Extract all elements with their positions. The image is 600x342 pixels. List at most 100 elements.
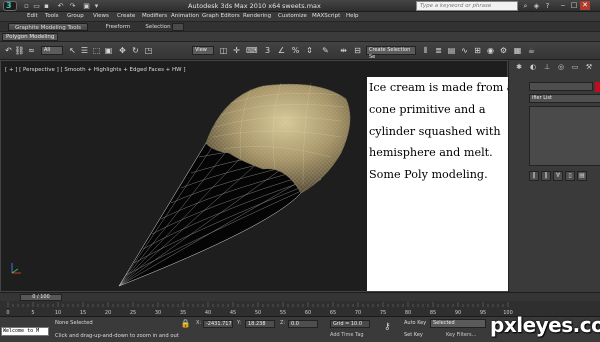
undo-icon[interactable]: ↶ xyxy=(56,2,65,10)
angle-snap-icon[interactable]: ∠ xyxy=(276,45,287,56)
save-file-icon[interactable]: ▪ xyxy=(42,2,51,10)
axis-tripod-icon xyxy=(11,263,21,274)
redo-icon[interactable]: ↷ xyxy=(68,2,77,10)
motion-tab-icon[interactable]: ◎ xyxy=(555,62,567,72)
select-by-name-icon[interactable]: ☰ xyxy=(79,45,90,56)
make-unique-icon[interactable]: ∀ xyxy=(553,171,563,181)
z-coord-field[interactable]: 0.0 xyxy=(288,320,318,328)
menu-create[interactable]: Create xyxy=(117,13,135,19)
display-tab-icon[interactable]: ▭ xyxy=(569,62,581,72)
curve-editor-icon[interactable]: ∿ xyxy=(459,45,470,56)
y-coord-label: Y: xyxy=(237,320,242,326)
menu-modifiers[interactable]: Modifiers xyxy=(142,13,167,19)
select-and-rotate-icon[interactable]: ↻ xyxy=(130,45,141,56)
3ds-max-logo-icon: 3 xyxy=(6,1,12,10)
application-menu-button[interactable]: 3 xyxy=(3,1,17,11)
menu-help[interactable]: Help xyxy=(346,13,359,19)
mirror-icon[interactable]: ⇹ xyxy=(338,45,349,56)
modifier-stack[interactable] xyxy=(529,106,600,166)
auto-key-button[interactable]: Auto Key xyxy=(404,320,426,328)
menu-tools[interactable]: Tools xyxy=(45,13,59,19)
utilities-tab-icon[interactable]: ⚒ xyxy=(583,62,595,72)
render-setup-icon[interactable]: ⚙ xyxy=(498,45,509,56)
search-icon[interactable]: ⌕ xyxy=(521,2,530,10)
select-link-icon[interactable]: ⛓ xyxy=(14,45,25,56)
window-crossing-icon[interactable]: ▣ xyxy=(103,45,114,56)
reference-coordinate-dropdown[interactable]: View xyxy=(192,46,214,55)
track-tick-label: 55 xyxy=(280,310,286,316)
pivot-center-icon[interactable]: ◫ xyxy=(218,45,229,56)
project-folder-icon[interactable]: ▣ xyxy=(82,2,91,10)
open-file-icon[interactable]: ▭ xyxy=(32,2,41,10)
x-coord-field[interactable]: -2431.717 xyxy=(203,320,233,328)
polygon-modeling-panel[interactable]: Polygon Modeling xyxy=(2,33,59,41)
remove-modifier-icon[interactable]: ▯ xyxy=(565,171,575,181)
render-production-icon[interactable]: ☕ xyxy=(526,45,537,56)
track-tick-label: 60 xyxy=(305,310,311,316)
chevron-down-icon[interactable]: ▾ xyxy=(92,2,101,10)
ribbon-minimize-button[interactable] xyxy=(172,23,184,31)
tab-graphite-modeling-tools[interactable]: Graphite Modeling Tools xyxy=(8,23,88,31)
tab-selection[interactable]: Selection xyxy=(140,23,176,31)
menu-group[interactable]: Group xyxy=(67,13,84,19)
tab-freeform[interactable]: Freeform xyxy=(98,23,138,31)
add-time-tag-button[interactable]: Add Time Tag xyxy=(330,332,364,338)
modifier-list-dropdown[interactable]: ifier List xyxy=(529,94,600,103)
menu-views[interactable]: Views xyxy=(93,13,109,19)
graphite-toggle-icon[interactable]: ▤ xyxy=(446,45,457,56)
percent-snap-icon[interactable]: % xyxy=(290,45,301,56)
new-file-icon[interactable]: ▫ xyxy=(22,2,31,10)
menu-maxscript[interactable]: MAXScript xyxy=(312,13,340,19)
minimize-button[interactable]: ‒ xyxy=(558,1,568,10)
menu-edit[interactable]: Edit xyxy=(27,13,38,19)
menu-graph-editors[interactable]: Graph Editors xyxy=(202,13,240,19)
close-button[interactable]: ✕ xyxy=(580,1,590,10)
pin-stack-icon[interactable]: ‖ xyxy=(529,171,539,181)
snaps-toggle-icon[interactable]: 3 xyxy=(262,45,273,56)
time-slider[interactable]: 0 / 100 xyxy=(0,292,600,301)
material-editor-icon[interactable]: ◉ xyxy=(485,45,496,56)
select-and-manipulate-icon[interactable]: ✛ xyxy=(231,45,242,56)
layer-manager-icon[interactable]: ≣ xyxy=(433,45,444,56)
create-tab-icon[interactable]: ✱ xyxy=(513,62,525,72)
maxscript-listener-input[interactable]: Welcome to M xyxy=(1,327,49,336)
bind-space-warp-icon[interactable]: ≈ xyxy=(26,45,37,56)
modify-tab-icon[interactable]: ◐ xyxy=(527,62,539,72)
y-coord-field[interactable]: 18.238 xyxy=(245,320,275,328)
search-input[interactable]: Type a keyword or phrase xyxy=(416,1,518,11)
spinner-snap-icon[interactable]: ⇕ xyxy=(304,45,315,56)
key-icon[interactable]: ⚷ xyxy=(384,322,391,332)
configure-sets-icon[interactable]: ▤ xyxy=(577,171,587,181)
select-and-scale-icon[interactable]: ◳ xyxy=(143,45,154,56)
subscription-center-icon[interactable]: ◈ xyxy=(532,2,541,10)
menu-customize[interactable]: Customize xyxy=(278,13,307,19)
mirror-tool-icon[interactable]: ⫴ xyxy=(420,45,431,56)
hierarchy-tab-icon[interactable]: ⊥ xyxy=(541,62,553,72)
time-slider-thumb[interactable]: 0 / 100 xyxy=(20,294,62,301)
viewport-label-menu[interactable]: [ + ] [ Perspective ] [ Smooth + Highlig… xyxy=(5,67,186,73)
key-filters-button[interactable]: Key Filters... xyxy=(446,332,476,338)
maximize-button[interactable]: □ xyxy=(569,1,579,10)
undo-icon[interactable]: ↶ xyxy=(3,45,14,56)
modifier-stack-toolbar: ‖ ‖ ∀ ▯ ▤ xyxy=(529,170,600,182)
menu-animation[interactable]: Animation xyxy=(171,13,199,19)
keyboard-shortcut-override-icon[interactable]: ⌨ xyxy=(246,45,258,56)
help-icon[interactable]: ? xyxy=(543,2,552,10)
menu-rendering[interactable]: Rendering xyxy=(243,13,271,19)
selection-filter-dropdown[interactable]: All xyxy=(41,46,63,55)
show-end-result-icon[interactable]: ‖ xyxy=(541,171,551,181)
track-tick-label: 15 xyxy=(80,310,86,316)
key-mode-dropdown[interactable]: Selected xyxy=(430,319,486,328)
align-icon[interactable]: ⊟ xyxy=(352,45,363,56)
named-selection-sets-dropdown[interactable]: Create Selection Se xyxy=(366,46,416,60)
object-color-swatch[interactable] xyxy=(595,82,600,92)
lock-selection-icon[interactable]: 🔒 xyxy=(180,318,191,329)
edit-named-selection-icon[interactable]: ✎ xyxy=(320,45,331,56)
select-object-icon[interactable]: ↖ xyxy=(67,45,78,56)
select-and-move-icon[interactable]: ✥ xyxy=(117,45,128,56)
rectangular-selection-icon[interactable]: ⬚ xyxy=(91,45,102,56)
set-key-button[interactable]: Set Key xyxy=(404,332,423,340)
object-name-field[interactable] xyxy=(529,82,593,91)
rendered-frame-window-icon[interactable]: ▦ xyxy=(512,45,523,56)
schematic-view-icon[interactable]: ⊞ xyxy=(472,45,483,56)
